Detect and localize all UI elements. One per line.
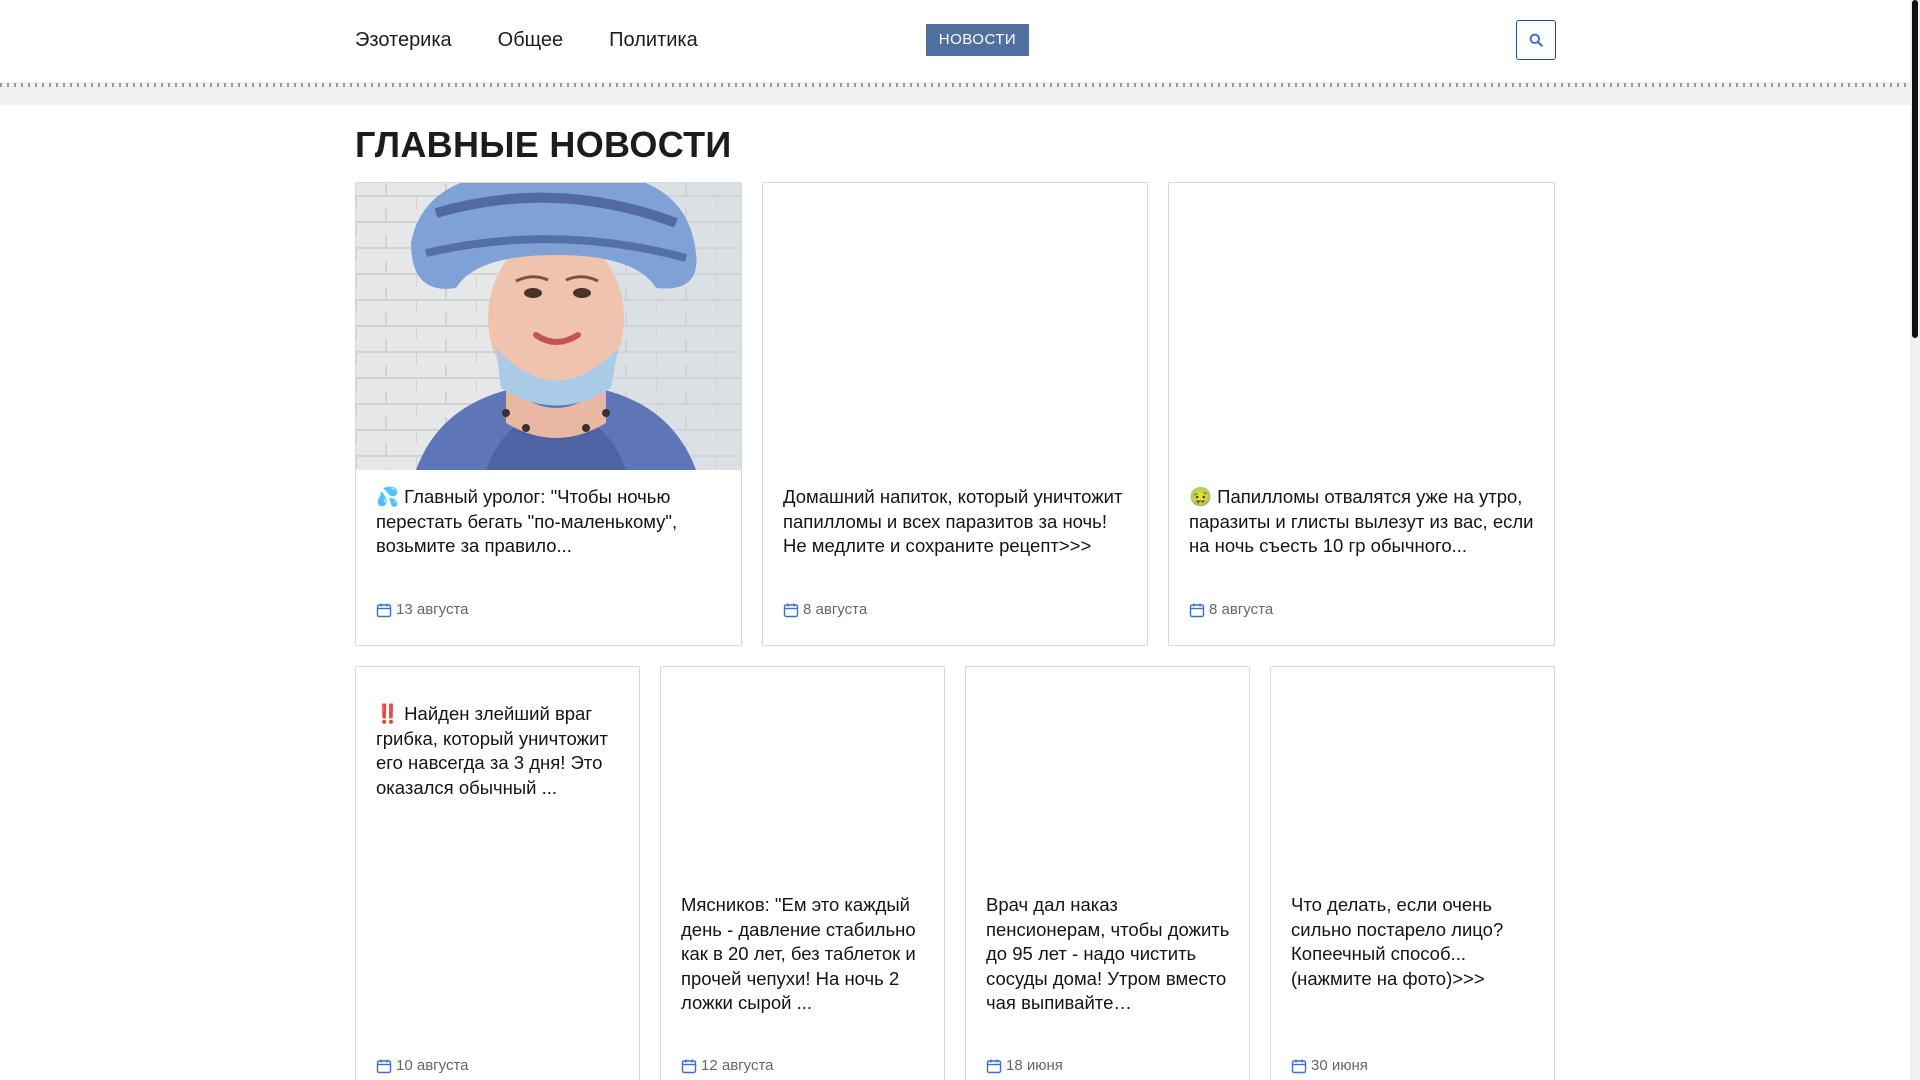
- doctor-photo-image: [356, 183, 741, 470]
- search-icon: [1529, 33, 1543, 47]
- card-date: 18 июня: [986, 1057, 1063, 1074]
- site-header: Эзотерика Общее Политика НОВОСТИ: [0, 0, 1910, 105]
- card-date-text: 8 августа: [803, 601, 868, 618]
- card-title[interactable]: 💦 Главный уролог: "Чтобы ночью перестать…: [376, 485, 723, 559]
- card-title[interactable]: ‼️ Найден злейший враг грибка, который у…: [376, 702, 621, 800]
- calendar-icon: [986, 1059, 1002, 1073]
- news-card[interactable]: Домашний напиток, который уничтожит папи…: [762, 182, 1148, 646]
- calendar-icon: [376, 603, 392, 617]
- main-nav: Эзотерика Общее Политика: [355, 28, 698, 52]
- card-date-text: 10 августа: [396, 1057, 469, 1074]
- card-date: 13 августа: [376, 601, 469, 618]
- header-dotted-divider: [0, 83, 1910, 87]
- news-card[interactable]: ‼️ Найден злейший враг грибка, который у…: [355, 666, 640, 1080]
- page-scrollbar[interactable]: [1910, 0, 1920, 1080]
- card-date-text: 8 августа: [1209, 601, 1274, 618]
- card-date-text: 30 июня: [1311, 1057, 1368, 1074]
- calendar-icon: [376, 1059, 392, 1073]
- calendar-icon: [681, 1059, 697, 1073]
- card-date-text: 13 августа: [396, 601, 469, 618]
- card-date-text: 18 июня: [1006, 1057, 1063, 1074]
- news-button[interactable]: НОВОСТИ: [926, 24, 1029, 56]
- card-title[interactable]: Что делать, если очень сильно постарело …: [1291, 893, 1536, 991]
- card-date-text: 12 августа: [701, 1057, 774, 1074]
- card-title[interactable]: Мясников: "Ем это каждый день - давление…: [681, 893, 926, 1016]
- card-title[interactable]: Врач дал наказ пенсионерам, чтобы дожить…: [986, 893, 1231, 1016]
- section-title: ГЛАВНЫЕ НОВОСТИ: [355, 124, 732, 165]
- card-date: 8 августа: [1189, 601, 1273, 618]
- card-title[interactable]: Домашний напиток, который уничтожит папи…: [783, 485, 1129, 559]
- card-date: 30 июня: [1291, 1057, 1368, 1074]
- card-photo[interactable]: [356, 183, 741, 470]
- card-date: 12 августа: [681, 1057, 774, 1074]
- card-date: 10 августа: [376, 1057, 469, 1074]
- news-card[interactable]: Врач дал наказ пенсионерам, чтобы дожить…: [965, 666, 1250, 1080]
- search-button[interactable]: [1516, 20, 1556, 60]
- card-date: 8 августа: [783, 601, 867, 618]
- news-card[interactable]: Мясников: "Ем это каждый день - давление…: [660, 666, 945, 1080]
- scrollbar-thumb[interactable]: [1912, 0, 1918, 338]
- calendar-icon: [1291, 1059, 1307, 1073]
- nav-item-general[interactable]: Общее: [498, 28, 564, 52]
- news-card[interactable]: 🤢 Папилломы отвалятся уже на утро, параз…: [1168, 182, 1555, 646]
- news-card[interactable]: Что делать, если очень сильно постарело …: [1270, 666, 1555, 1080]
- news-card[interactable]: 💦 Главный уролог: "Чтобы ночью перестать…: [355, 182, 742, 646]
- nav-item-politics[interactable]: Политика: [609, 28, 698, 52]
- nav-item-esoterics[interactable]: Эзотерика: [355, 28, 452, 52]
- card-title[interactable]: 🤢 Папилломы отвалятся уже на утро, параз…: [1189, 485, 1536, 559]
- calendar-icon: [783, 603, 799, 617]
- calendar-icon: [1189, 603, 1205, 617]
